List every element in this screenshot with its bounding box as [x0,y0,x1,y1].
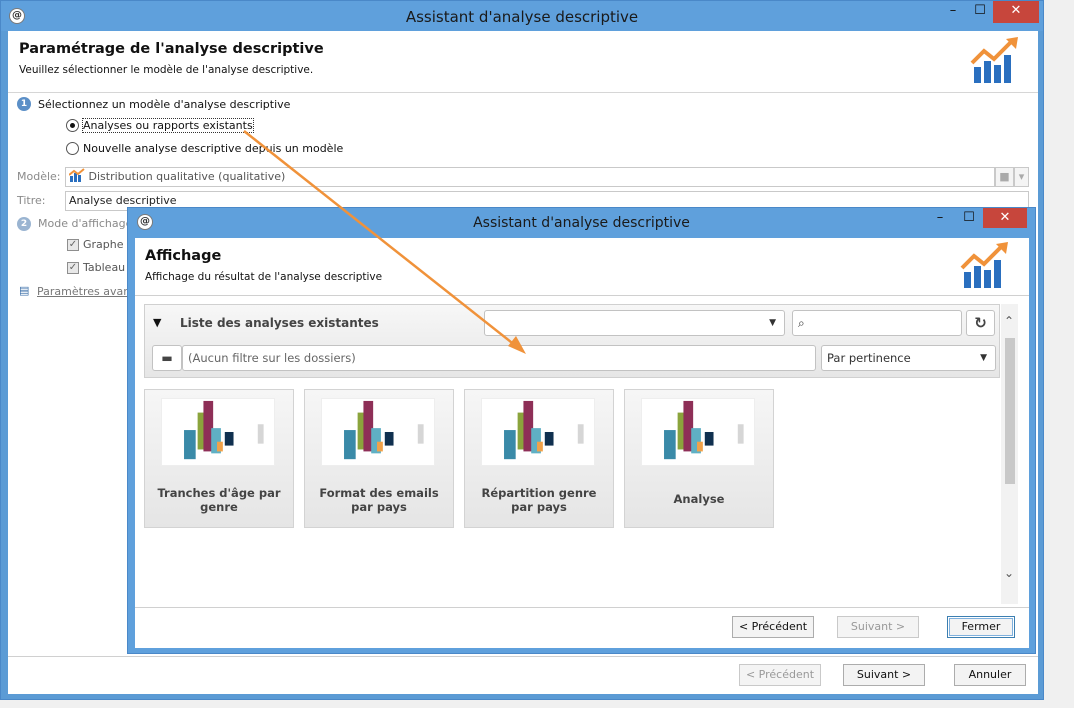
footer-divider [8,656,1038,657]
tile-label: Format des emails par pays [319,486,439,514]
scroll-up-icon[interactable]: ⌃ [1004,314,1014,328]
chevron-down-icon: ▼ [769,318,776,328]
maximize-icon[interactable]: ☐ [956,208,982,228]
close-icon[interactable]: ✕ [993,1,1039,23]
graph-label: Graphe [83,238,124,251]
radio-new-label[interactable]: Nouvelle analyse descriptive depuis un m… [83,142,343,155]
refresh-icon[interactable]: ↻ [966,310,995,336]
list-toolbar: ▼ Liste des analyses existantes ▼ ⌕ ↻ ▬ … [144,304,1000,378]
chart-thumbnail-icon [161,398,275,466]
sort-select[interactable]: Par pertinence ▼ [821,345,996,371]
step-1-badge: 1 [17,97,31,111]
tile-label: Analyse [673,492,725,506]
list-title: Liste des analyses existantes [180,316,379,330]
inner-page-title: Affichage [145,248,222,264]
chevron-down-icon[interactable]: ▾ [1014,167,1029,187]
chart-thumbnail-icon [481,398,595,466]
analysis-tile[interactable]: Répartition genre par pays [464,389,614,528]
model-field[interactable]: Distribution qualitative (qualitative) [65,167,995,187]
table-label: Tableau [83,261,126,274]
analysis-chart-logo-icon [970,37,1018,83]
outer-title-bar[interactable]: @ Assistant d'analyse descriptive – ☐ ✕ [1,1,1043,31]
page-title: Paramétrage de l'analyse descriptive [19,41,324,57]
table-checkbox[interactable]: ✓ [67,262,79,274]
chart-thumbnail-icon [641,398,755,466]
inner-body: Affichage Affichage du résultat de l'ana… [135,238,1029,648]
analysis-chart-logo-icon [960,242,1008,288]
tile-label: Répartition genre par pays [481,486,597,514]
analysis-type-combo[interactable]: ▼ [484,310,785,336]
graph-checkbox[interactable]: ✓ [67,239,79,251]
model-label: Modèle: [17,170,61,183]
next-button[interactable]: Suivant > [837,616,919,638]
chevron-down-icon: ▼ [980,353,987,363]
sort-value: Par pertinence [827,351,911,365]
inner-window-title: Assistant d'analyse descriptive [473,215,690,231]
previous-button[interactable]: < Précédent [739,664,821,686]
analysis-tile[interactable]: Analyse [624,389,774,528]
vertical-scrollbar[interactable]: ⌃ ⌄ [1001,304,1018,604]
cancel-button[interactable]: Annuler [954,664,1026,686]
step-1-label: Sélectionnez un modèle d'analyse descrip… [38,98,291,111]
search-input[interactable]: ⌕ [792,310,962,336]
step-2-badge: 2 [17,217,31,231]
search-icon: ⌕ [798,316,805,330]
minimize-icon[interactable]: – [927,208,953,228]
title-label: Titre: [17,194,46,207]
clipboard-icon: ▤ [19,284,30,297]
folder-icon[interactable]: ■ [995,167,1014,187]
analysis-tile[interactable]: Format des emails par pays [304,389,454,528]
step-2-label: Mode d'affichage [38,217,133,230]
scrollbar-thumb[interactable] [1005,338,1015,484]
folder-filter-field[interactable]: (Aucun filtre sur les dossiers) [182,345,816,371]
inner-footer-divider [135,607,1029,608]
radio-existing-label[interactable]: Analyses ou rapports existants [82,118,254,133]
inner-wizard-window: @ Assistant d'analyse descriptive – ☐ ✕ … [127,207,1036,654]
analysis-tile[interactable]: Tranches d'âge par genre [144,389,294,528]
existing-analyses-panel: ▼ Liste des analyses existantes ▼ ⌕ ↻ ▬ … [144,304,1018,604]
previous-button[interactable]: < Précédent [732,616,814,638]
next-button[interactable]: Suivant > [843,664,925,686]
chart-icon [68,168,85,182]
inner-header-divider [135,295,1029,296]
minimize-icon[interactable]: – [940,1,966,23]
close-button[interactable]: Fermer [947,616,1015,638]
chart-thumbnail-icon [321,398,435,466]
outer-header: Paramétrage de l'analyse descriptive Veu… [8,31,1038,93]
close-icon[interactable]: ✕ [983,208,1027,228]
outer-window-title: Assistant d'analyse descriptive [405,8,639,26]
page-subtitle: Veuillez sélectionner le modèle de l'ana… [19,64,314,76]
tile-label: Tranches d'âge par genre [157,486,281,514]
collapse-triangle-icon[interactable]: ▼ [153,316,161,329]
maximize-icon[interactable]: ☐ [967,1,993,23]
inner-page-subtitle: Affichage du résultat de l'analyse descr… [145,271,383,283]
radio-new-from-model[interactable] [66,142,79,155]
scroll-down-icon[interactable]: ⌄ [1004,566,1014,580]
radio-existing-analyses[interactable] [66,119,79,132]
folder-open-icon[interactable]: ▬ [152,345,182,371]
model-value: Distribution qualitative (qualitative) [88,170,286,183]
